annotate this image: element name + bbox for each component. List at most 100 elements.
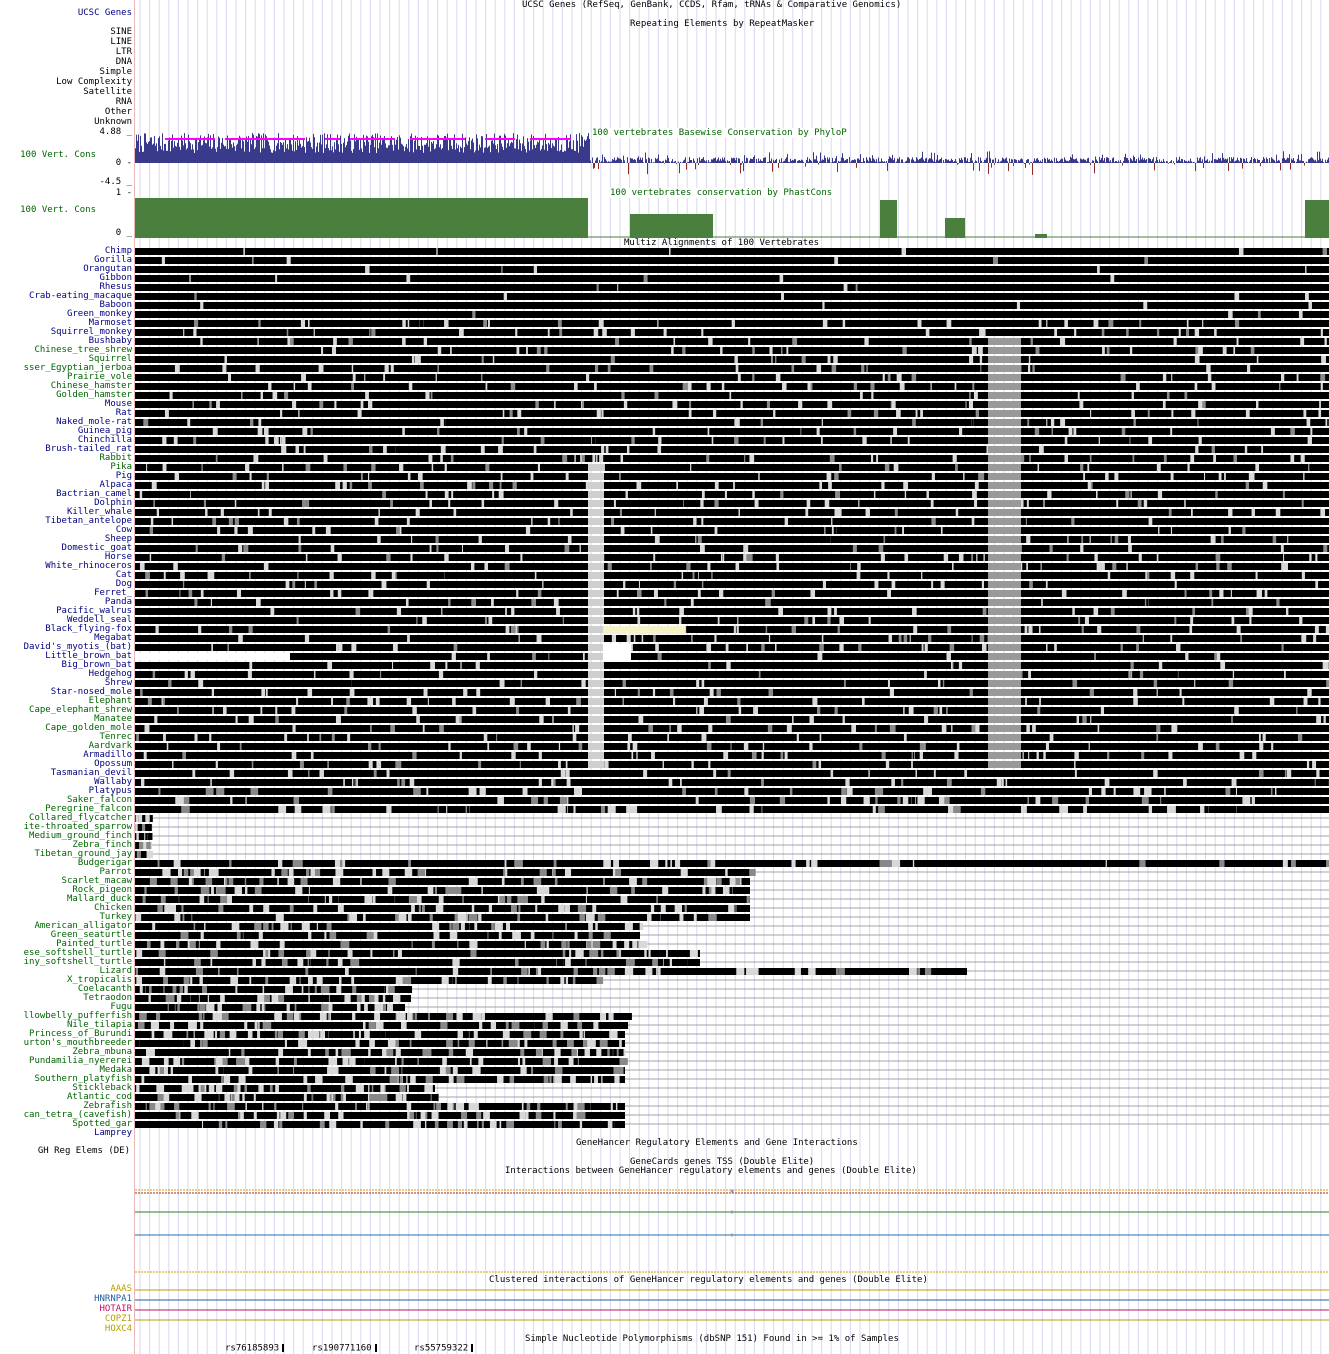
alignment-block xyxy=(339,653,344,660)
phylop-bar xyxy=(979,163,980,172)
alignment-block xyxy=(174,509,177,516)
track-display-area[interactable]: UCSC Genes (RefSeq, GenBank, CCDS, Rfam,… xyxy=(135,0,1329,1354)
phylop-bar xyxy=(524,146,525,163)
alignment-row xyxy=(135,527,1329,534)
alignment-block xyxy=(1074,770,1077,777)
alignment-block xyxy=(347,905,354,912)
alignment-block xyxy=(622,680,626,687)
phylop-bar xyxy=(502,146,503,163)
alignment-block xyxy=(491,923,494,930)
gene-label[interactable]: HNRNPA1 xyxy=(94,1295,132,1304)
phylop-bar xyxy=(817,160,818,163)
gene-label[interactable]: HOXC4 xyxy=(105,1325,132,1334)
alignment-block xyxy=(988,401,1021,408)
alignment-block xyxy=(185,896,187,903)
alignment-block xyxy=(1320,374,1326,381)
gene-label[interactable]: AAAS xyxy=(110,1285,132,1294)
phylop-bar xyxy=(866,157,867,163)
alignment-block xyxy=(305,464,311,471)
alignment-block xyxy=(293,383,296,390)
alignment-block xyxy=(349,689,355,696)
alignment-block xyxy=(234,500,237,507)
alignment-block xyxy=(887,680,890,687)
alignment-block xyxy=(899,563,901,570)
phylop-bar xyxy=(974,162,975,163)
phylop-bar xyxy=(400,137,401,163)
alignment-block xyxy=(1141,797,1149,804)
alignment-block xyxy=(1193,473,1195,480)
alignment-block xyxy=(305,554,308,561)
phylop-bar xyxy=(1113,157,1114,163)
alignment-block xyxy=(135,563,1329,570)
alignment-block xyxy=(1128,689,1133,696)
multiz-alignment-blocks[interactable] xyxy=(135,247,1329,1137)
phylop-bar xyxy=(1154,163,1155,171)
phylop-wiggle[interactable] xyxy=(135,132,1329,186)
phylop-bar xyxy=(1045,158,1046,163)
alignment-block xyxy=(244,878,247,885)
alignment-block xyxy=(135,653,1329,660)
phylop-bar xyxy=(1117,162,1118,163)
alignment-block xyxy=(1287,536,1289,543)
alignment-block xyxy=(345,491,348,498)
phylop-bar xyxy=(1327,159,1328,163)
phylop-bar xyxy=(398,149,399,163)
ucsc-genes-label[interactable]: UCSC Genes xyxy=(78,9,132,18)
phylop-bar xyxy=(1250,159,1251,163)
phylop-bar xyxy=(449,139,450,163)
alignment-block xyxy=(753,707,759,714)
phylop-bar xyxy=(1319,151,1320,163)
phastcons-wiggle[interactable] xyxy=(135,196,1329,238)
alignment-block xyxy=(1040,563,1043,570)
alignment-block xyxy=(422,725,425,732)
alignment-block xyxy=(782,437,785,444)
phylop-bar xyxy=(815,159,816,163)
alignment-block xyxy=(668,905,675,912)
phylop-bar xyxy=(320,134,321,163)
alignment-block xyxy=(1038,446,1044,453)
alignment-block xyxy=(642,878,648,885)
alignment-block xyxy=(684,599,686,606)
phylop-bar xyxy=(1258,159,1259,163)
alignment-block xyxy=(694,698,698,705)
alignment-block xyxy=(619,473,621,480)
phylop-bar xyxy=(190,143,191,163)
phylop-cap xyxy=(350,138,395,140)
genome-browser-image[interactable]: UCSC Genes SINE LINE LTR DNA Simple Low Compl… xyxy=(0,0,1329,1354)
alignment-block xyxy=(1211,446,1215,453)
genehancer-label[interactable]: GH Reg Elems (DE) xyxy=(38,1147,130,1156)
phylop-label[interactable]: 100 Vert. Cons xyxy=(20,151,96,160)
alignment-block xyxy=(578,689,584,696)
alignment-block xyxy=(135,635,1329,642)
phylop-bar xyxy=(742,161,743,163)
phylop-bar xyxy=(1087,158,1088,163)
phylop-bar xyxy=(308,140,309,163)
alignment-block xyxy=(261,689,266,696)
gene-label[interactable]: COPZ1 xyxy=(105,1315,132,1324)
alignment-block xyxy=(588,698,604,705)
phylop-bar xyxy=(238,137,239,163)
alignment-block xyxy=(907,437,910,444)
alignment-block xyxy=(135,446,1329,453)
phylop-bar xyxy=(185,143,186,163)
phylop-bar xyxy=(1016,159,1017,163)
alignment-block xyxy=(800,770,806,777)
species-label[interactable]: Lamprey xyxy=(94,1129,132,1138)
phylop-bar xyxy=(297,136,298,163)
phylop-bar xyxy=(1009,158,1010,163)
phylop-bar xyxy=(635,159,636,163)
phylop-bar xyxy=(1294,160,1295,163)
alignment-block xyxy=(782,383,787,390)
phylop-bar xyxy=(1024,163,1025,164)
phylop-bar xyxy=(408,139,409,163)
alignment-block xyxy=(193,536,198,543)
alignment-block xyxy=(510,923,516,930)
alignment-block xyxy=(1025,518,1027,525)
alignment-block xyxy=(410,554,413,561)
phylop-bar xyxy=(723,159,724,163)
alignment-block xyxy=(477,887,482,894)
alignment-block xyxy=(878,545,884,552)
gene-label[interactable]: HOTAIR xyxy=(99,1305,132,1314)
phastcons-label[interactable]: 100 Vert. Cons xyxy=(20,206,96,215)
alignment-block xyxy=(1026,725,1030,732)
